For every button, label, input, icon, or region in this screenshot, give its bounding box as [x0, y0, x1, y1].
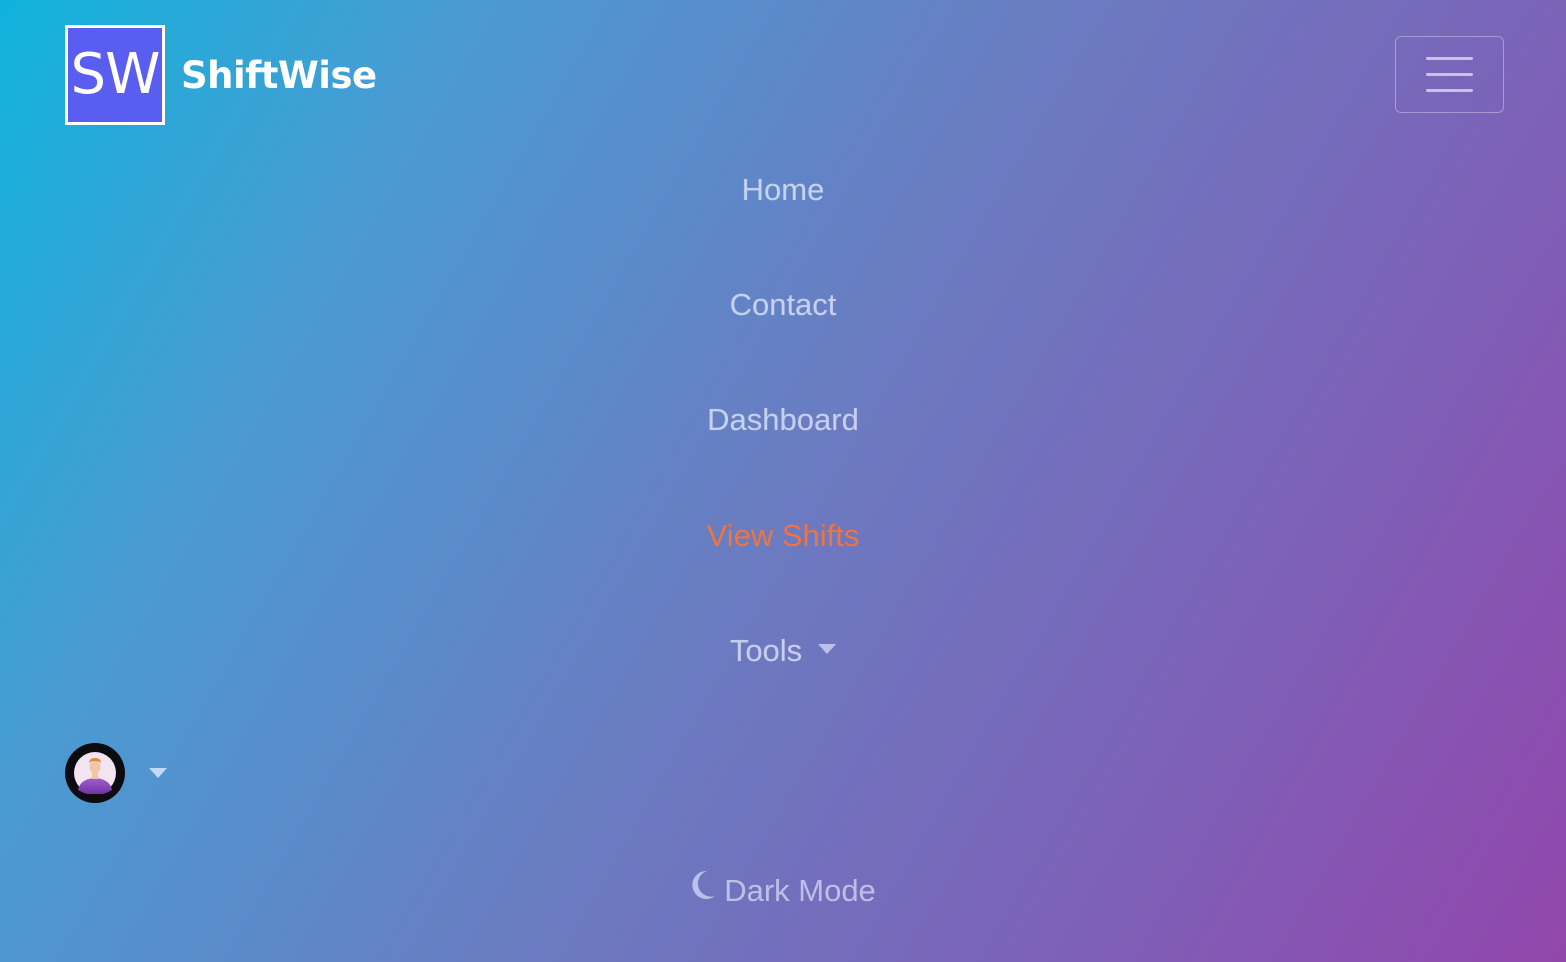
hamburger-icon-bar [1426, 89, 1473, 92]
nav-item-label: Contact [729, 287, 837, 322]
logo: SW [65, 25, 165, 125]
moon-icon [690, 861, 716, 919]
avatar [65, 743, 125, 803]
brand-name: ShiftWise [181, 53, 377, 97]
nav-item-dashboard[interactable]: Dashboard [0, 390, 1566, 450]
dark-mode-toggle[interactable]: Dark Mode [0, 862, 1566, 922]
user-menu-toggle[interactable] [65, 743, 167, 803]
brand-link[interactable]: SW ShiftWise [65, 25, 377, 125]
nav-item-view-shifts[interactable]: View Shifts [0, 506, 1566, 566]
chevron-down-icon [818, 643, 837, 654]
nav-item-label: View Shifts [706, 518, 860, 553]
nav-item-label: Dashboard [707, 402, 859, 437]
hamburger-icon-bar [1426, 73, 1473, 76]
nav-item-label: Home [741, 172, 825, 207]
logo-text: SW [70, 42, 161, 107]
dark-mode-label: Dark Mode [724, 873, 876, 908]
nav-item-tools[interactable]: Tools [0, 621, 1566, 681]
hamburger-icon-bar [1426, 57, 1473, 60]
caret-down-icon [149, 768, 167, 778]
nav-item-label: Tools [729, 633, 803, 668]
user-avatar-icon [74, 752, 116, 794]
menu-toggle-button[interactable] [1395, 36, 1504, 113]
nav-item-home[interactable]: Home [0, 160, 1566, 220]
nav-item-contact[interactable]: Contact [0, 275, 1566, 335]
